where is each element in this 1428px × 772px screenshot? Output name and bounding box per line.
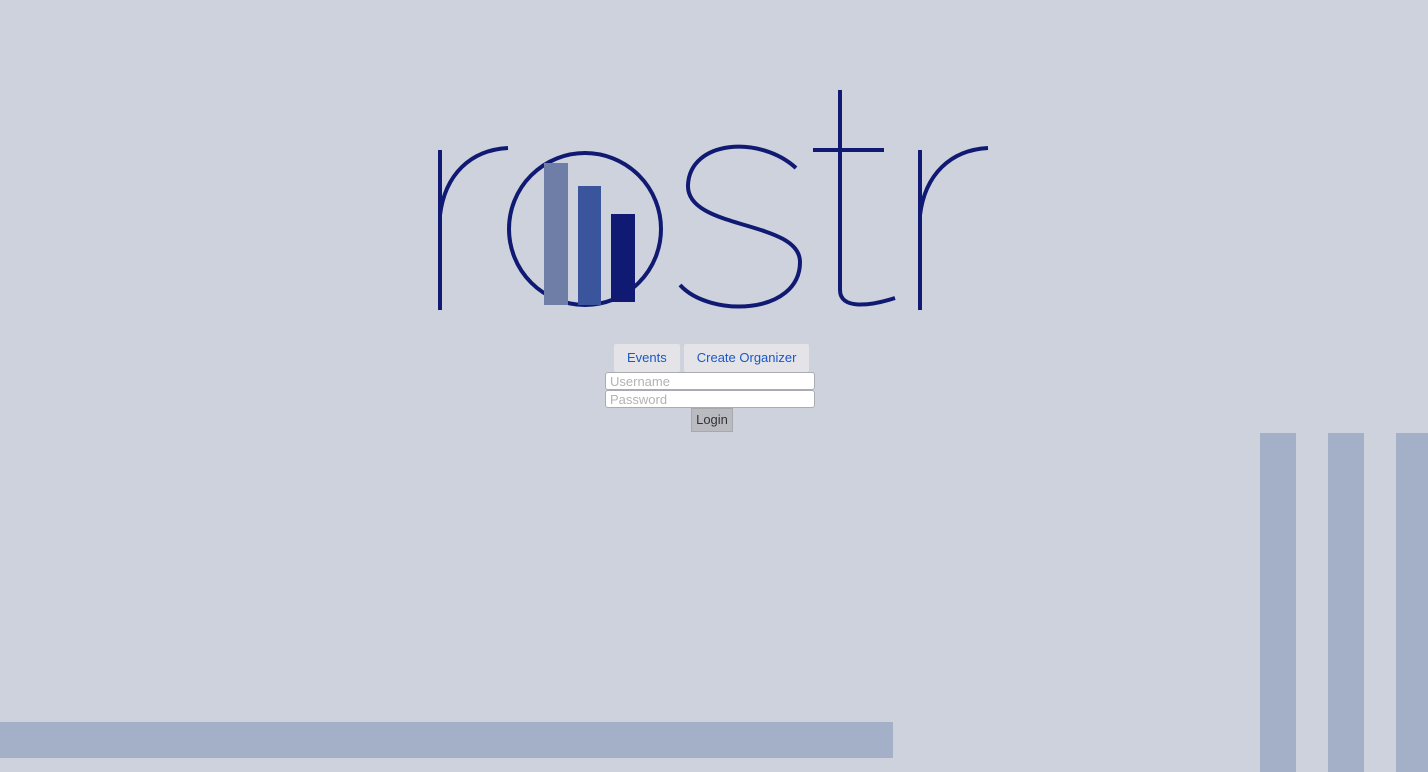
events-button[interactable]: Events <box>614 344 680 372</box>
password-input[interactable] <box>605 390 815 408</box>
logo-bar-1 <box>544 163 568 305</box>
logo-letter-r2 <box>918 146 989 310</box>
decorative-horizontal-bar <box>0 722 893 758</box>
decorative-vertical-bar <box>1396 433 1428 772</box>
logo-bar-3 <box>611 214 635 302</box>
login-page: Events Create Organizer Login <box>0 0 1428 772</box>
logo-letter-t <box>813 90 896 307</box>
top-nav: Events Create Organizer <box>614 344 810 372</box>
logo-letter-r <box>438 146 509 310</box>
rostr-logo <box>438 90 989 310</box>
decorative-vertical-bar <box>1328 433 1364 772</box>
logo-letter-s <box>678 144 803 309</box>
decorative-vertical-bar <box>1260 433 1296 772</box>
create-organizer-button[interactable]: Create Organizer <box>683 344 810 372</box>
logo-bar-2 <box>578 186 601 305</box>
username-input[interactable] <box>605 372 815 390</box>
login-button[interactable]: Login <box>691 408 733 432</box>
